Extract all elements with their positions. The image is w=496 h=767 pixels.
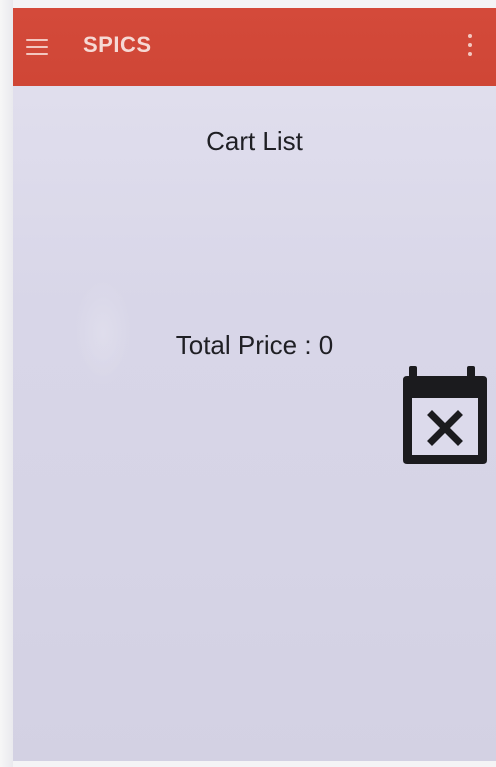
device-frame: SPICS Cart List Total Price : 0: [0, 0, 496, 767]
calendar-remove-icon[interactable]: [403, 366, 487, 466]
device-bezel: [0, 0, 13, 767]
app-title: SPICS: [83, 32, 152, 57]
app-screen: SPICS Cart List Total Price : 0: [13, 8, 496, 761]
page-title: Cart List: [206, 126, 303, 156]
more-vertical-icon[interactable]: [467, 34, 473, 56]
app-toolbar: SPICS: [13, 8, 496, 86]
total-price-label: Total Price : 0: [175, 330, 334, 360]
hamburger-menu-icon[interactable]: [26, 39, 48, 55]
